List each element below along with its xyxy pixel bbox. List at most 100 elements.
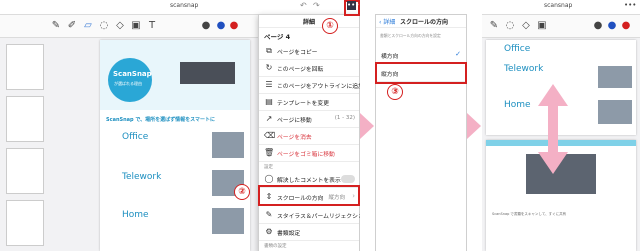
annotation-toolbar: ✎ ◌ ◇ ▣ ● ● ● (482, 15, 640, 38)
menu-item-label: ページをゴミ箱に移動 (277, 152, 335, 158)
home-photo (212, 208, 244, 234)
more-icon[interactable]: ••• (347, 1, 359, 10)
scanner-photo (180, 62, 235, 84)
scroll-direction-highlight (258, 185, 360, 206)
menu-item-add-outline[interactable]: ☰ このページをアウトラインに追加 (259, 77, 360, 94)
page-label: ページ 4 (264, 33, 291, 41)
section-home: Home (122, 210, 149, 220)
callout-2: ② (234, 184, 250, 200)
thumbnail-2[interactable] (6, 96, 44, 142)
menu-item-label: 書類設定 (277, 231, 301, 237)
telework-photo (598, 66, 632, 88)
top-bar: scansnap ↶ ↷ (0, 0, 360, 15)
app-title: scansnap (170, 2, 199, 9)
redo-icon[interactable]: ↷ (313, 1, 320, 10)
thumbnail-4[interactable] (6, 200, 44, 246)
go-to-icon: ↗ (265, 114, 273, 123)
check-icon: ✓ (455, 50, 461, 58)
color-blue-icon[interactable]: ● (215, 20, 227, 32)
submenu-title: スクロールの方向 (400, 19, 449, 26)
document-page: ScanSnap が選ばれる理由 ScanSnap で、場所を選ばず情報をスマー… (100, 40, 250, 251)
menu-item-document-settings[interactable]: ⚙ 書類設定 (259, 224, 359, 241)
color-red-icon[interactable]: ● (620, 20, 632, 32)
color-black-icon[interactable]: ● (592, 20, 604, 32)
color-blue-icon[interactable]: ● (606, 20, 618, 32)
settings-icon: ⚙ (265, 227, 273, 236)
section-office: Office (504, 44, 531, 54)
thumbnail-3[interactable] (6, 148, 44, 194)
menu-footer: 書類の設定 (264, 244, 287, 249)
thumbnail-strip (0, 38, 48, 251)
lasso-icon[interactable]: ◌ (504, 20, 516, 32)
back-button[interactable]: ‹ 詳細 (379, 17, 395, 26)
callout-3: ③ (387, 84, 403, 100)
back-label: 詳細 (383, 19, 396, 26)
app-title: scansnap (544, 2, 573, 9)
arrow-right-1 (360, 113, 374, 139)
menu-item-copy-page[interactable]: ⧉ ページをコピー (259, 43, 359, 60)
menu-item-label: ページに移動 (277, 118, 312, 124)
vertical-scroll-arrow (538, 84, 568, 174)
menu-item-label: ページを消去 (277, 135, 312, 141)
scroll-direction-menu: ‹ 詳細 スクロールの方向 書類とスクロール方向の方向を設定 横方向 ✓ 縦方向 (375, 14, 467, 251)
vertical-option-highlight (375, 62, 467, 84)
brand-text: ScanSnap (113, 70, 152, 78)
menu-item-stylus-palm[interactable]: ✎ スタイラス＆パームリジェクション (259, 207, 360, 224)
section-telework: Telework (122, 172, 162, 182)
settings-section-label: 設定 (264, 165, 273, 170)
panel-vertical-scroll: scansnap ••• ✎ ◌ ◇ ▣ ● ● ● Office Telewo… (482, 0, 640, 251)
section-office: Office (122, 132, 149, 142)
menu-title: 詳細 (303, 19, 316, 26)
submenu-note: 書類とスクロール方向の方向を設定 (380, 33, 441, 38)
menu-item-label: テンプレートを変更 (277, 101, 329, 107)
highlighter-icon[interactable]: ✐ (66, 20, 78, 32)
stylus-icon: ✎ (265, 210, 273, 219)
thumbnail-1[interactable] (6, 44, 44, 90)
image-icon[interactable]: ▣ (536, 20, 548, 32)
section-telework: Telework (504, 64, 544, 74)
image-icon[interactable]: ▣ (130, 20, 142, 32)
tagline: ScanSnap で、場所を選ばず情報をスマートに (106, 117, 216, 123)
brand-circle (108, 58, 152, 102)
menu-item-label: このページを回転 (277, 67, 324, 73)
rotate-icon: ↻ (265, 63, 273, 72)
menu-item-label: 解決したコメントを表示 (277, 178, 341, 184)
menu-item-clear-page[interactable]: ⌫ ページを消去 (259, 128, 359, 145)
undo-icon[interactable]: ↶ (300, 1, 307, 10)
pen-icon[interactable]: ✎ (50, 20, 62, 32)
more-options-menu: 詳細 ページ 4 ⧉ ページをコピー ↻ このページを回転 ☰ このページをアウ… (258, 14, 360, 251)
more-icon[interactable]: ••• (624, 1, 636, 9)
clear-icon: ⌫ (264, 131, 276, 140)
menu-item-go-to-page[interactable]: ↗ ページに移動 (1 - 32) (259, 111, 359, 128)
office-photo (212, 132, 244, 158)
menu-item-change-template[interactable]: ▤ テンプレートを変更 (259, 94, 359, 111)
panel-document-view: scansnap ↶ ↷ ✎ ✐ ▱ ◌ ◇ ▣ T ● ● ● ScanSna… (0, 0, 360, 251)
color-black-icon[interactable]: ● (200, 20, 212, 32)
menu-item-label: ページをコピー (277, 50, 318, 56)
text-icon[interactable]: T (146, 20, 158, 32)
toggle-switch[interactable] (341, 175, 355, 183)
submenu-header: ‹ 詳細 スクロールの方向 (376, 15, 466, 28)
menu-item-label: スタイラス＆パームリジェクション (277, 214, 360, 220)
callout-1: ① (322, 18, 338, 34)
eraser-icon[interactable]: ▱ (82, 20, 94, 32)
page-range: (1 - 32) (334, 115, 355, 121)
copy-icon: ⧉ (266, 46, 272, 55)
menu-item-rotate-page[interactable]: ↻ このページを回転 (259, 60, 359, 77)
color-red-icon[interactable]: ● (228, 20, 240, 32)
page-footer-text: ScanSnap で書類をスキャンして、すぐに共有 (492, 212, 567, 216)
arrow-right-2 (467, 113, 481, 139)
menu-header: 詳細 (259, 15, 359, 28)
pen-icon[interactable]: ✎ (488, 20, 500, 32)
comment-icon: ◯ (264, 174, 274, 183)
lasso-icon[interactable]: ◌ (98, 20, 110, 32)
template-icon: ▤ (265, 97, 273, 106)
menu-item-label: このページをアウトラインに追加 (277, 84, 360, 90)
menu-item-trash-page[interactable]: 🗑 ページをゴミ箱に移動 (259, 145, 359, 162)
home-photo (598, 100, 632, 124)
shape-icon[interactable]: ◇ (520, 20, 532, 32)
option-label: 横方向 (381, 54, 399, 60)
trash-icon: 🗑 (264, 148, 275, 157)
shape-icon[interactable]: ◇ (114, 20, 126, 32)
panel-scroll-direction: ‹ 詳細 スクロールの方向 書類とスクロール方向の方向を設定 横方向 ✓ 縦方向… (375, 0, 467, 251)
